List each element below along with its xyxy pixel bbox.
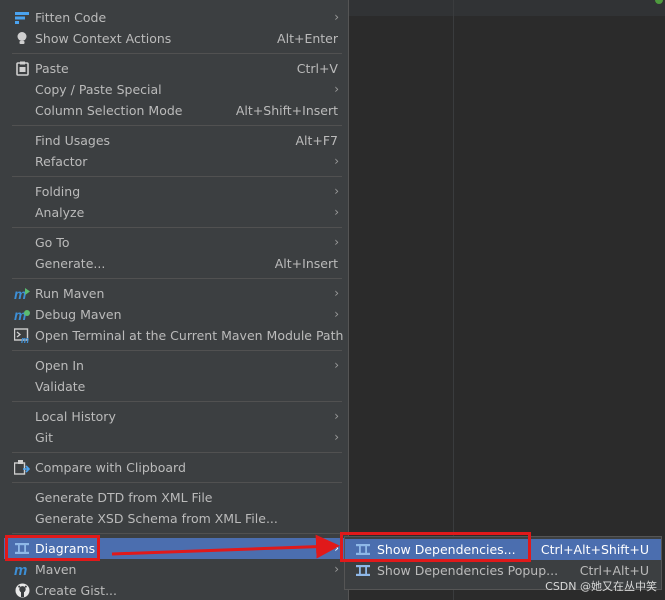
annotation-arrow xyxy=(111,534,340,559)
watermark: CSDN @她又在丛中笑 xyxy=(545,580,657,593)
